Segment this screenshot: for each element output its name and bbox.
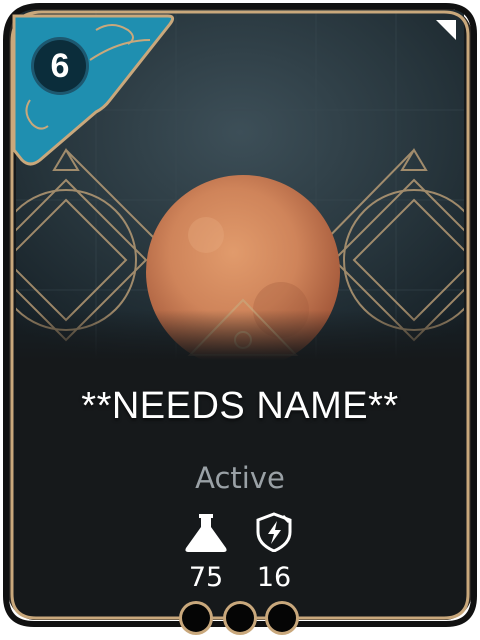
stat-power: 16 (239, 512, 309, 593)
corner-flag-icon (436, 20, 456, 40)
upgrade-slot[interactable] (268, 604, 296, 632)
shield-lightning-icon (256, 512, 292, 553)
upgrade-slot[interactable] (182, 604, 210, 632)
card-subtype: Active (195, 461, 285, 495)
stat-science-value: 75 (188, 562, 224, 593)
stat-power-value: 16 (256, 562, 292, 593)
flask-icon (185, 514, 227, 552)
game-card[interactable]: 6 **NEEDS NAME** Active 75 16 (0, 0, 480, 640)
stat-science: 75 (171, 512, 241, 593)
cost-badge: 6 (34, 40, 86, 92)
upgrade-slot[interactable] (226, 604, 254, 632)
card-title: **NEEDS NAME** (81, 385, 399, 427)
